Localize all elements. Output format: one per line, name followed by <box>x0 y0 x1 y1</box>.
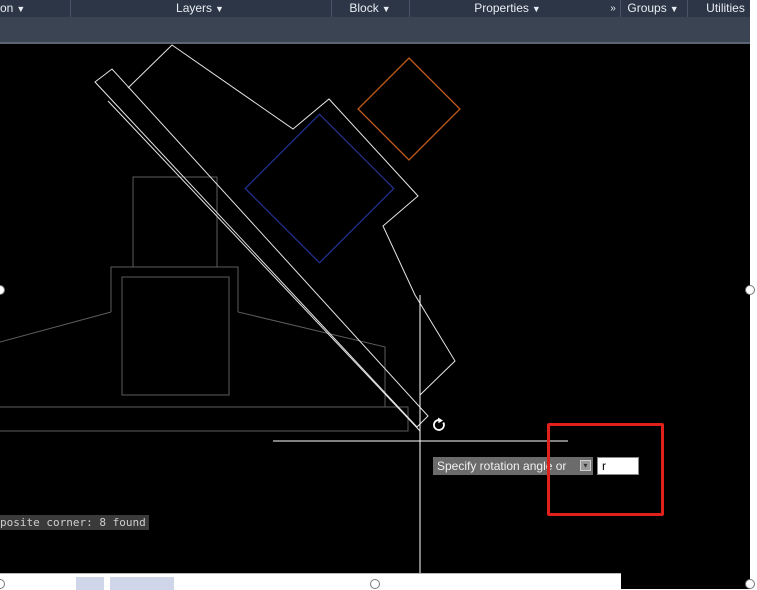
ribbon-panel-label: Block <box>349 1 379 15</box>
faint-outline <box>237 311 386 407</box>
long-bar-outline <box>94 68 429 428</box>
ribbon-panel-groups[interactable]: Groups ▼ <box>623 0 683 17</box>
faint-outline <box>132 176 218 267</box>
chevron-down-icon: ▼ <box>531 4 541 14</box>
highlight-annotation-box <box>547 423 664 516</box>
command-history-line: posite corner: 8 found <box>0 515 149 530</box>
ribbon-divider <box>687 0 688 17</box>
faint-rect-inner <box>121 276 230 396</box>
rotate-cursor-icon <box>433 417 445 431</box>
ribbon-divider <box>70 0 71 17</box>
ribbon-panel-utilities[interactable]: Utilities <box>698 0 753 17</box>
ribbon-panel-block[interactable]: Block ▼ <box>335 0 405 17</box>
ribbon-panel-label: Properties <box>474 1 529 15</box>
housing-outline <box>127 44 456 396</box>
resize-handle-right[interactable] <box>745 285 755 295</box>
chevron-down-icon: ▼ <box>215 4 224 14</box>
command-line[interactable] <box>0 573 621 590</box>
chevron-down-icon: ▼ <box>16 4 26 14</box>
ribbon-panel-label: Utilities <box>706 1 745 15</box>
ribbon-divider <box>331 0 332 17</box>
ribbon-panel-label: Groups <box>627 1 667 15</box>
faint-outline <box>0 406 409 432</box>
resize-handle-bottom-right[interactable] <box>745 579 755 589</box>
ribbon-expand-icon[interactable]: » <box>606 0 620 17</box>
ribbon-divider <box>409 0 410 17</box>
command-history-text: posite corner: 8 found <box>0 516 146 529</box>
ribbon-panel-bar: on ▼ Layers ▼ Block ▼ Properties ▼ » Groups ▼… <box>0 0 750 17</box>
chevron-down-icon: ▼ <box>381 4 391 14</box>
resize-handle-bottom[interactable] <box>370 579 380 589</box>
ribbon-divider <box>620 0 621 17</box>
drawing-canvas[interactable]: Specify rotation angle or ▾ r posite cor… <box>0 44 750 589</box>
ribbon-panel-label: Layers <box>176 1 213 15</box>
chevron-down-icon: ▼ <box>669 4 679 14</box>
ribbon-panel-label: on <box>0 1 14 15</box>
file-tab-bar <box>0 17 750 43</box>
orange-block <box>357 57 461 161</box>
command-option-chip[interactable] <box>110 577 174 590</box>
long-bar-inner-edge <box>107 100 421 432</box>
ribbon-panel-layers[interactable]: Layers ▼ <box>160 0 240 17</box>
faint-outline <box>0 311 112 343</box>
faint-outline <box>110 266 239 312</box>
ribbon-panel-properties[interactable]: Properties ▼ <box>460 0 555 17</box>
command-option-chip[interactable] <box>76 577 104 590</box>
ribbon-panel-annotation[interactable]: on ▼ <box>0 0 30 17</box>
